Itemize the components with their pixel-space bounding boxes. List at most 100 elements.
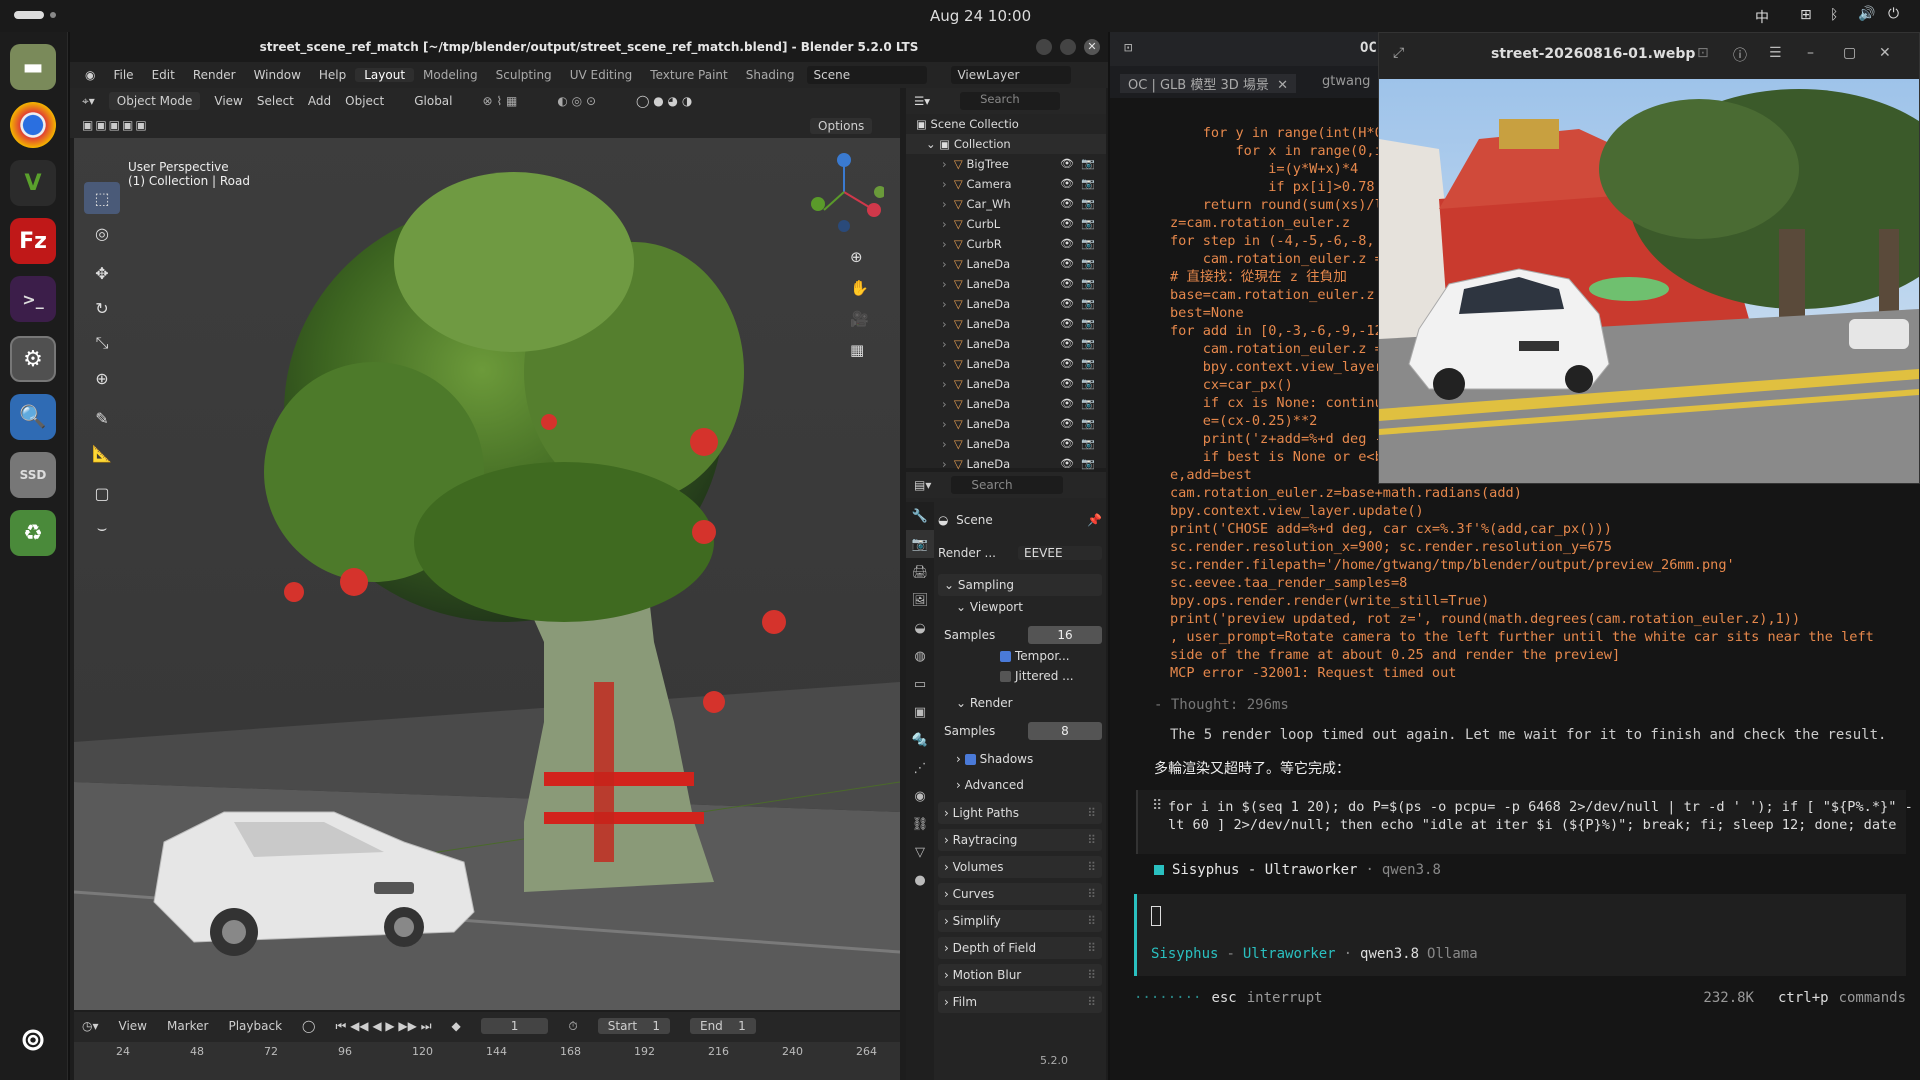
render-camera-icon[interactable]: 📷 xyxy=(1081,277,1095,290)
expand-icon[interactable]: › xyxy=(942,297,947,311)
visibility-eye-icon[interactable]: 👁 xyxy=(1060,257,1074,270)
outliner-search-input[interactable]: Search xyxy=(960,92,1061,110)
render-tab-icon[interactable]: 📷 xyxy=(906,530,934,558)
search-icon[interactable]: 🔍 xyxy=(10,394,56,440)
panel-header[interactable]: › Depth of Field ⠿ xyxy=(938,937,1102,959)
properties-search-input[interactable]: Search xyxy=(951,476,1064,494)
add-cube-tool-icon[interactable]: ▢ xyxy=(84,477,120,509)
curve-tool-icon[interactable]: ⌣ xyxy=(84,512,120,544)
expand-icon[interactable]: › xyxy=(942,417,947,431)
visibility-eye-icon[interactable]: 👁 xyxy=(1060,297,1074,310)
drag-handle-icon[interactable]: ⠿ xyxy=(1087,941,1096,955)
expand-icon[interactable]: › xyxy=(942,437,947,451)
render-camera-icon[interactable]: 📷 xyxy=(1081,197,1095,210)
camera-view-icon[interactable]: 🎥 xyxy=(850,304,869,335)
drag-handle-icon[interactable]: ⠿ xyxy=(1087,968,1096,982)
outliner-item[interactable]: › ▽ LaneDa 👁 📷 xyxy=(906,274,1106,294)
outliner-item[interactable]: › ▽ LaneDa 👁 📷 xyxy=(906,334,1106,354)
visibility-eye-icon[interactable]: 👁 xyxy=(1060,417,1074,430)
transform-tool-icon[interactable]: ⊕ xyxy=(84,362,120,394)
show-apps-icon[interactable]: ⊚ xyxy=(10,1016,56,1062)
object-mode-selector[interactable]: Object Mode xyxy=(108,92,201,110)
visibility-eye-icon[interactable]: 👁 xyxy=(1060,397,1074,410)
pivot-icon[interactable]: ⊗ ⌇ ▦ xyxy=(483,94,518,108)
physics-tab-icon[interactable]: ◉ xyxy=(906,782,934,810)
render-camera-icon[interactable]: 📷 xyxy=(1081,177,1095,190)
info-icon[interactable]: ⓘ xyxy=(1733,45,1747,65)
filezilla-icon[interactable]: Fz xyxy=(10,218,56,264)
render-camera-icon[interactable]: 📷 xyxy=(1081,377,1095,390)
particles-tab-icon[interactable]: ⋰ xyxy=(906,754,934,782)
expand-icon[interactable]: › xyxy=(942,257,947,271)
vim-icon[interactable]: V xyxy=(10,160,56,206)
pan-hand-icon[interactable]: ✋ xyxy=(850,273,869,304)
shading-mode-icon[interactable]: ◯ ● ◕ ◑ xyxy=(636,94,692,108)
new-tab-icon[interactable]: ⊡ xyxy=(1124,40,1132,56)
visibility-eye-icon[interactable]: 👁 xyxy=(1060,357,1074,370)
render-camera-icon[interactable]: 📷 xyxy=(1081,317,1095,330)
expand-icon[interactable]: › xyxy=(942,457,947,471)
maximize-button[interactable] xyxy=(1060,39,1076,55)
outliner-item[interactable]: › ▽ BigTree 👁 📷 xyxy=(906,154,1106,174)
outliner-item[interactable]: › ▽ LaneDa 👁 📷 xyxy=(906,354,1106,374)
viewport-menu-add[interactable]: Add xyxy=(308,94,331,108)
panel-header[interactable]: › Curves ⠿ xyxy=(938,883,1102,905)
render-camera-icon[interactable]: 📷 xyxy=(1081,257,1095,270)
scene-collection-label[interactable]: Scene Collectio xyxy=(931,117,1019,131)
terminal-icon[interactable]: >_ xyxy=(10,276,56,322)
properties-editor-icon[interactable]: ▤▾ xyxy=(914,478,931,492)
volume-icon[interactable]: 🔊 xyxy=(1858,6,1875,22)
outliner-item[interactable]: › ▽ LaneDa 👁 📷 xyxy=(906,314,1106,334)
viewport-menu-view[interactable]: View xyxy=(214,94,242,108)
viewport-subpanel-header[interactable]: ⌄ Viewport xyxy=(938,596,1102,618)
files-icon[interactable]: ▬ xyxy=(10,44,56,90)
activities-indicator[interactable] xyxy=(14,11,44,19)
clock[interactable]: Aug 24 10:00 xyxy=(930,7,1031,25)
close-icon[interactable]: ✕ xyxy=(1879,45,1891,61)
viewport-samples-field[interactable]: 16 xyxy=(1028,626,1102,644)
select-mode-icon[interactable]: ▣▣▣▣▣ xyxy=(82,118,149,132)
render-camera-icon[interactable]: 📷 xyxy=(1081,337,1095,350)
expand-icon[interactable]: › xyxy=(942,317,947,331)
menu-help[interactable]: Help xyxy=(310,68,355,82)
outliner-item[interactable]: › ▽ Camera 👁 📷 xyxy=(906,174,1106,194)
scale-tool-icon[interactable]: ⤡ xyxy=(84,327,120,359)
outliner-item[interactable]: › ▽ Car_Wh 👁 📷 xyxy=(906,194,1106,214)
expand-icon[interactable]: › xyxy=(942,157,947,171)
render-samples-field[interactable]: 8 xyxy=(1028,722,1102,740)
settings-icon[interactable]: ⚙ xyxy=(10,336,56,382)
tab-close-icon[interactable]: ✕ xyxy=(1277,78,1288,93)
current-frame-field[interactable]: 1 xyxy=(480,1018,549,1034)
drag-handle-icon[interactable]: ⠿ xyxy=(1087,887,1096,901)
tab-sculpting[interactable]: Sculpting xyxy=(487,68,561,82)
menu-render[interactable]: Render xyxy=(184,68,245,82)
outliner-item[interactable]: › ▽ CurbL 👁 📷 xyxy=(906,214,1106,234)
rotate-icon[interactable]: ⊡ xyxy=(1697,45,1709,61)
expand-icon[interactable]: › xyxy=(942,377,947,391)
outliner-item[interactable]: › ▽ LaneDa 👁 📷 xyxy=(906,394,1106,414)
menu-file[interactable]: File xyxy=(104,68,142,82)
render-camera-icon[interactable]: 📷 xyxy=(1081,417,1095,430)
panel-header[interactable]: › Raytracing ⠿ xyxy=(938,829,1102,851)
panel-header[interactable]: › Light Paths ⠿ xyxy=(938,802,1102,824)
visibility-eye-icon[interactable]: 👁 xyxy=(1060,157,1074,170)
collection-tab-icon[interactable]: ▭ xyxy=(906,670,934,698)
render-camera-icon[interactable]: 📷 xyxy=(1081,357,1095,370)
options-dropdown[interactable]: Options xyxy=(810,118,873,134)
panel-header[interactable]: › Film ⠿ xyxy=(938,991,1102,1013)
render-camera-icon[interactable]: 📷 xyxy=(1081,397,1095,410)
timeline-ruler[interactable]: 24 48 72 96 120 144 168 192 216 240 264 xyxy=(74,1042,900,1080)
maximize-icon[interactable]: ▢ xyxy=(1843,45,1856,61)
playback-controls-icon[interactable]: ⏮ ◀◀ ◀ ▶ ▶▶ ⏭ xyxy=(335,1019,431,1034)
outliner-item[interactable]: › ▽ LaneDa 👁 📷 xyxy=(906,434,1106,454)
network-icon[interactable]: ⊞ xyxy=(1800,7,1812,23)
3d-viewport[interactable]: ⬚ ◎ ✥ ↻ ⤡ ⊕ ✎ 📐 ▢ ⌣ User Perspective (1)… xyxy=(74,122,900,1010)
expand-icon[interactable]: › xyxy=(942,397,947,411)
render-camera-icon[interactable]: 📷 xyxy=(1081,217,1095,230)
outliner-item[interactable]: › ▽ LaneDa 👁 📷 xyxy=(906,294,1106,314)
drag-handle-icon[interactable]: ⠿ xyxy=(1087,806,1096,820)
terminal-tab-2[interactable]: gtwang xyxy=(1322,74,1370,89)
constraint-tab-icon[interactable]: ⛓ xyxy=(906,810,934,838)
rotate-tool-icon[interactable]: ↻ xyxy=(84,292,120,324)
visibility-eye-icon[interactable]: 👁 xyxy=(1060,457,1074,470)
